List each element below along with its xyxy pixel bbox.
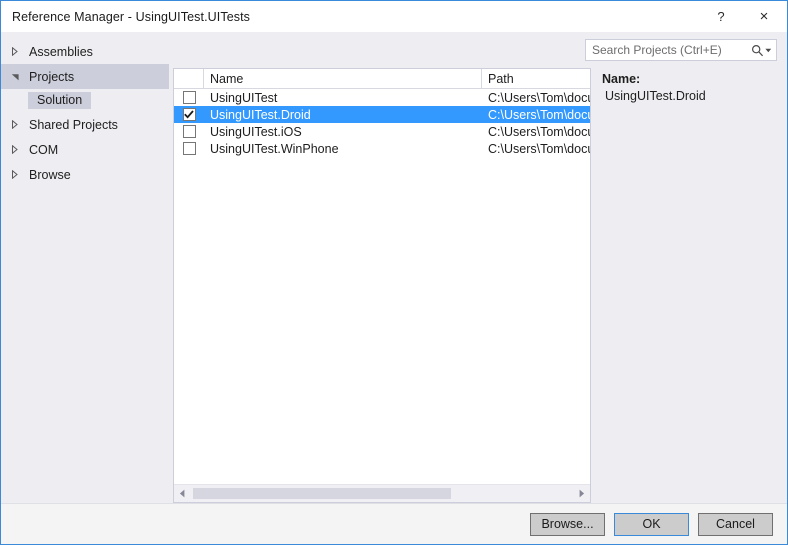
sidebar-item-label: Browse <box>29 167 71 182</box>
chevron-right-icon <box>11 47 25 56</box>
close-button[interactable]: × <box>741 1 787 32</box>
dialog-body: Assemblies Projects Solution Shared Proj… <box>1 32 787 503</box>
sidebar-item-com[interactable]: COM <box>1 137 169 162</box>
content-split: Name Path UsingUITest C:\Users\Tom\docum <box>173 68 778 503</box>
help-button[interactable]: ? <box>701 1 741 32</box>
column-header-name[interactable]: Name <box>204 69 482 88</box>
row-path: C:\Users\Tom\document <box>488 107 590 122</box>
search-row <box>173 39 778 61</box>
ok-button[interactable]: OK <box>614 512 689 536</box>
window-title: Reference Manager - UsingUITest.UITests <box>12 9 251 24</box>
sidebar-subitem-label: Solution <box>28 91 92 110</box>
row-checkbox[interactable] <box>174 91 204 104</box>
sidebar-item-projects[interactable]: Projects <box>1 64 169 89</box>
reference-manager-dialog: Reference Manager - UsingUITest.UITests … <box>0 0 788 545</box>
chevron-right-icon <box>11 170 25 179</box>
checkbox-icon[interactable] <box>182 142 196 155</box>
table-row[interactable]: UsingUITest.Droid C:\Users\Tom\document <box>174 106 590 123</box>
column-header-path[interactable]: Path <box>482 69 590 88</box>
list-rows: UsingUITest C:\Users\Tom\document UsingU… <box>174 89 590 484</box>
window-controls: ? × <box>701 1 787 32</box>
sidebar-item-label: Assemblies <box>29 44 93 59</box>
cancel-button[interactable]: Cancel <box>698 512 773 536</box>
row-name: UsingUITest.iOS <box>210 124 302 139</box>
category-sidebar: Assemblies Projects Solution Shared Proj… <box>1 32 169 503</box>
detail-panel: Name: UsingUITest.Droid <box>593 68 778 503</box>
sidebar-item-browse[interactable]: Browse <box>1 162 169 187</box>
chevron-down-icon <box>11 72 25 81</box>
chevron-right-icon <box>11 145 25 154</box>
browse-button[interactable]: Browse... <box>530 512 605 536</box>
sidebar-item-label: Shared Projects <box>29 117 118 132</box>
projects-list-panel: Name Path UsingUITest C:\Users\Tom\docum <box>173 68 591 503</box>
horizontal-scrollbar[interactable] <box>174 484 590 502</box>
table-row[interactable]: UsingUITest.iOS C:\Users\Tom\document <box>174 123 590 140</box>
detail-name-value: UsingUITest.Droid <box>605 89 706 103</box>
scrollbar-track[interactable] <box>191 485 573 502</box>
row-name: UsingUITest.WinPhone <box>210 141 339 156</box>
scrollbar-thumb[interactable] <box>193 488 451 499</box>
dialog-footer: Browse... OK Cancel <box>1 503 787 544</box>
search-dropdown-caret-icon[interactable] <box>764 48 776 53</box>
row-path: C:\Users\Tom\document <box>488 141 590 156</box>
sidebar-item-label: Projects <box>29 69 75 84</box>
scroll-left-arrow-icon[interactable] <box>174 485 191 502</box>
row-checkbox[interactable] <box>174 142 204 155</box>
row-path: C:\Users\Tom\document <box>488 90 590 105</box>
scroll-right-arrow-icon[interactable] <box>573 485 590 502</box>
search-box[interactable] <box>585 39 777 61</box>
detail-name-label: Name: <box>602 72 641 86</box>
search-input[interactable] <box>586 41 751 59</box>
checkbox-icon[interactable] <box>182 91 196 104</box>
column-header-checkbox <box>174 69 204 88</box>
checkbox-icon[interactable] <box>182 108 196 121</box>
title-bar: Reference Manager - UsingUITest.UITests … <box>1 1 787 32</box>
row-checkbox[interactable] <box>174 108 204 121</box>
sidebar-item-shared-projects[interactable]: Shared Projects <box>1 112 169 137</box>
row-checkbox[interactable] <box>174 125 204 138</box>
main-content: Name Path UsingUITest C:\Users\Tom\docum <box>169 32 787 503</box>
table-row[interactable]: UsingUITest.WinPhone C:\Users\Tom\docume… <box>174 140 590 157</box>
checkbox-icon[interactable] <box>182 125 196 138</box>
sidebar-item-solution[interactable]: Solution <box>1 89 169 112</box>
sidebar-item-assemblies[interactable]: Assemblies <box>1 39 169 64</box>
list-header: Name Path <box>174 69 590 89</box>
row-name: UsingUITest.Droid <box>210 107 311 122</box>
row-name: UsingUITest <box>210 90 278 105</box>
table-row[interactable]: UsingUITest C:\Users\Tom\document <box>174 89 590 106</box>
row-path: C:\Users\Tom\document <box>488 124 590 139</box>
chevron-right-icon <box>11 120 25 129</box>
search-icon[interactable] <box>751 44 764 57</box>
sidebar-item-label: COM <box>29 142 59 157</box>
